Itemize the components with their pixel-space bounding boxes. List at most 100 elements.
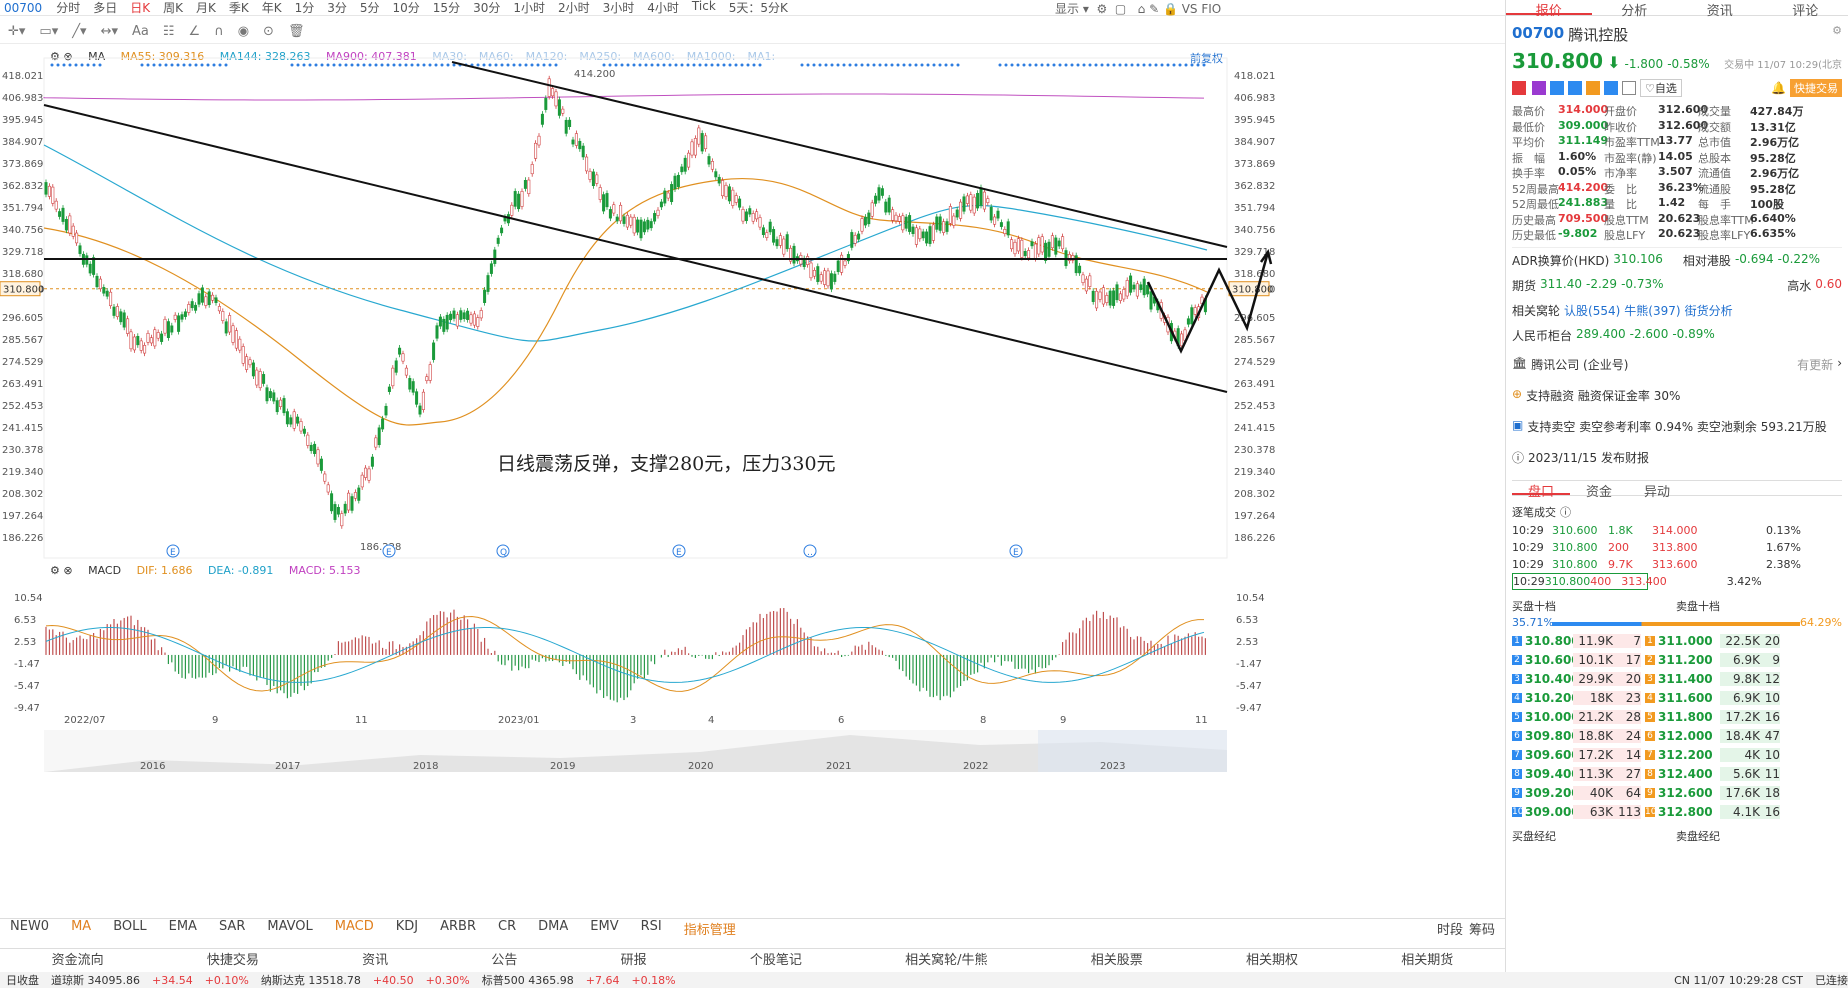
candle [146, 332, 150, 343]
y-tick-label: 406.983 [2, 93, 43, 104]
candle [534, 142, 538, 159]
indicator-6[interactable]: MACD [335, 919, 374, 938]
signal-dot [446, 63, 450, 67]
stat-value: 3.507 [1658, 165, 1693, 178]
y-tick-label: 318.680 [2, 269, 43, 280]
panel-tab[interactable]: 评论 [1763, 0, 1848, 19]
indicator-right[interactable]: 筹码 [1469, 919, 1495, 938]
indicator-12[interactable]: RSI [641, 919, 662, 938]
candle [765, 232, 769, 238]
y-tick-label: 351.794 [2, 203, 43, 214]
candle [279, 399, 283, 407]
signal-dot [506, 63, 510, 67]
candle [938, 216, 942, 231]
candle [211, 294, 215, 301]
sub-tab[interactable]: 盘口 [1512, 481, 1570, 500]
candle [75, 232, 79, 244]
sub-tab[interactable]: 资金 [1570, 481, 1628, 500]
indicator-1[interactable]: MA [71, 919, 91, 938]
candle [993, 216, 997, 225]
bottom-tab[interactable]: 相关期权 [1246, 949, 1298, 968]
bottom-tab[interactable]: 个股笔记 [750, 949, 802, 968]
candle [1006, 221, 1010, 236]
candle [319, 458, 323, 471]
candle [1125, 280, 1129, 297]
candle [785, 234, 789, 250]
indicator-13[interactable]: 指标管理 [684, 919, 736, 938]
indicator-8[interactable]: ARBR [440, 919, 476, 938]
bottom-tab[interactable]: 快捷交易 [207, 949, 259, 968]
candle [663, 190, 667, 204]
company-row[interactable]: 🏛 腾讯公司 (企业号) 有更新 › [1512, 356, 1842, 373]
stat-label: 最低价 [1512, 120, 1545, 134]
candle [850, 232, 854, 248]
candle [313, 443, 317, 454]
bottom-tab[interactable]: 资讯 [362, 949, 388, 968]
signal-dot [182, 63, 186, 67]
candle [455, 314, 459, 327]
signal-dot [872, 63, 876, 67]
candle [360, 474, 364, 488]
stat-label: 股息率TTM [1698, 213, 1754, 227]
watchlist-button[interactable]: ♡自选 [1640, 79, 1682, 97]
candle [190, 301, 194, 309]
indicator-4[interactable]: SAR [219, 919, 245, 938]
signal-dot [410, 63, 414, 67]
overview-window[interactable] [1038, 730, 1227, 772]
panel-tab[interactable]: 报价 [1506, 0, 1592, 19]
bottom-tab[interactable]: 相关窝轮/牛熊 [905, 949, 987, 968]
bottom-tab[interactable]: 相关股票 [1091, 949, 1143, 968]
candle [945, 221, 949, 232]
signal-dot [1196, 63, 1200, 67]
signal-dot [674, 63, 678, 67]
bottom-tab[interactable]: 相关期货 [1401, 949, 1453, 968]
candle [54, 200, 58, 210]
macd-tick: 6.53 [1236, 615, 1258, 626]
stat-value: 241.883 [1558, 196, 1609, 209]
signal-dot [1022, 63, 1026, 67]
indicator-7[interactable]: KDJ [396, 919, 418, 938]
quick-trade-button[interactable]: 快捷交易 [1790, 79, 1842, 97]
candle [561, 108, 565, 114]
indicator-9[interactable]: CR [498, 919, 516, 938]
panel-tab[interactable]: 分析 [1592, 0, 1678, 19]
indicator-11[interactable]: EMV [590, 919, 618, 938]
candle [517, 193, 521, 210]
signal-dot [752, 63, 756, 67]
candle [285, 411, 289, 425]
value: 牛熊(397) [1624, 303, 1681, 318]
panel-tab[interactable]: 资讯 [1677, 0, 1763, 19]
candle [170, 325, 174, 333]
candle [493, 249, 497, 264]
signal-dot [908, 63, 912, 67]
status-item: 道琼斯 34095.86 [51, 974, 140, 987]
candle [265, 387, 269, 402]
candle [309, 444, 313, 452]
bell-icon[interactable]: 🔔 [1771, 81, 1786, 95]
candle [139, 340, 143, 351]
indicator-right[interactable]: 时段 [1437, 919, 1463, 938]
candle [500, 227, 504, 234]
settings-icon[interactable]: ⚙ ⊗ [50, 564, 73, 577]
indicator-0[interactable]: NEW0 [10, 919, 49, 938]
bottom-tab[interactable]: 研报 [621, 949, 647, 968]
sub-tab[interactable]: 异动 [1628, 481, 1686, 500]
candle [1027, 250, 1031, 259]
signal-dot [1004, 63, 1008, 67]
bottom-tab[interactable]: 公告 [491, 949, 517, 968]
candle [418, 405, 422, 415]
indicator-3[interactable]: EMA [169, 919, 197, 938]
indicator-2[interactable]: BOLL [113, 919, 146, 938]
candle [177, 315, 181, 332]
gear-icon[interactable]: ⚙ [1832, 24, 1842, 45]
indicator-5[interactable]: MAVOL [267, 919, 312, 938]
candle [615, 216, 619, 222]
candle [741, 209, 745, 222]
signal-dot [740, 63, 744, 67]
indicator-10[interactable]: DMA [538, 919, 568, 938]
bottom-tab[interactable]: 资金流向 [52, 949, 104, 968]
candle [608, 209, 612, 219]
signal-dot [1088, 63, 1092, 67]
candle [428, 364, 432, 381]
signal-dot [878, 63, 882, 67]
